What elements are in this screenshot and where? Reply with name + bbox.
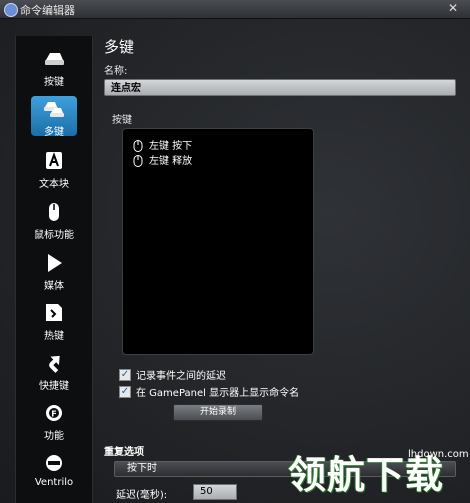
sidebar-item-label: 热键: [44, 331, 64, 342]
hotkey-icon: [46, 304, 62, 321]
key-icon: [45, 53, 64, 65]
mouse-icon: [49, 203, 59, 221]
sidebar-item-shortcut[interactable]: 快捷键: [16, 350, 92, 396]
show-name-checkbox[interactable]: ✓: [119, 386, 131, 398]
title-bar: 命令编辑器 ✕: [0, 0, 470, 19]
record-delays-option[interactable]: ✓ 记录事件之间的延迟: [119, 367, 226, 382]
sidebar-item-hotkey[interactable]: 热键: [16, 300, 92, 346]
delay-input[interactable]: 50: [193, 484, 237, 500]
sidebar-item-label: Ventrilo: [34, 477, 74, 488]
sidebar-item-label: 功能: [44, 431, 64, 442]
start-recording-button[interactable]: 开始录制: [173, 404, 263, 421]
window-title: 命令编辑器: [20, 4, 75, 17]
mouse-icon: [133, 155, 143, 167]
keys-label: 按键: [112, 115, 132, 126]
page-title: 多键: [104, 38, 135, 56]
command-type-sidebar: 按键 多键 文本块 鼠标功能 媒体 热键 快捷键 F 功能 Ventrilo: [15, 36, 93, 503]
sidebar-item-label: 多键: [44, 127, 64, 138]
name-input[interactable]: 连点宏: [104, 79, 456, 96]
sidebar-item-keystroke[interactable]: 按键: [16, 46, 92, 92]
mouse-icon: [133, 140, 143, 152]
sidebar-item-mouse-function[interactable]: 鼠标功能: [16, 199, 92, 245]
multi-key-icon: [44, 102, 64, 117]
record-delays-checkbox[interactable]: ✓: [119, 369, 131, 381]
repeat-options-label: 重复选项: [104, 447, 144, 458]
headset-icon: [46, 455, 62, 471]
sidebar-item-label: 鼠标功能: [34, 230, 74, 241]
text-block-icon: [46, 152, 62, 169]
shortcut-arrow-icon: [49, 355, 60, 373]
key-event-text: 左键 按下: [149, 141, 193, 152]
sidebar-item-media[interactable]: 媒体: [16, 250, 92, 296]
name-label: 名称:: [104, 66, 128, 77]
sidebar-item-label: 文本块: [39, 179, 69, 190]
option-label: 记录事件之间的延迟: [136, 371, 226, 382]
key-event-text: 左键 释放: [149, 156, 193, 167]
sidebar-item-multikey[interactable]: 多键: [16, 96, 92, 142]
svg-text:F: F: [51, 410, 56, 419]
option-label: 在 GamePanel 显示器上显示命令名: [136, 388, 300, 399]
function-gear-icon: F: [46, 405, 62, 421]
list-item[interactable]: 左键 按下: [133, 137, 193, 152]
key-event-list[interactable]: 左键 按下 左键 释放: [122, 128, 314, 355]
show-name-option[interactable]: ✓ 在 GamePanel 显示器上显示命令名: [119, 384, 299, 399]
sidebar-item-ventrilo[interactable]: Ventrilo: [16, 450, 92, 496]
sidebar-item-label: 按键: [44, 77, 64, 88]
sidebar-item-label: 快捷键: [39, 381, 69, 392]
sidebar-item-text-block[interactable]: 文本块: [16, 148, 92, 194]
sidebar-item-function[interactable]: F 功能: [16, 400, 92, 446]
sidebar-item-label: 媒体: [44, 281, 64, 292]
list-item[interactable]: 左键 释放: [133, 152, 193, 167]
watermark: 领航下载 lhdown.com: [288, 442, 470, 503]
media-play-icon: [48, 254, 62, 272]
close-button[interactable]: ✕: [442, 1, 464, 16]
app-logo-icon: [4, 3, 18, 17]
watermark-url: lhdown.com: [408, 449, 469, 460]
delay-label: 延迟(毫秒):: [116, 490, 168, 501]
